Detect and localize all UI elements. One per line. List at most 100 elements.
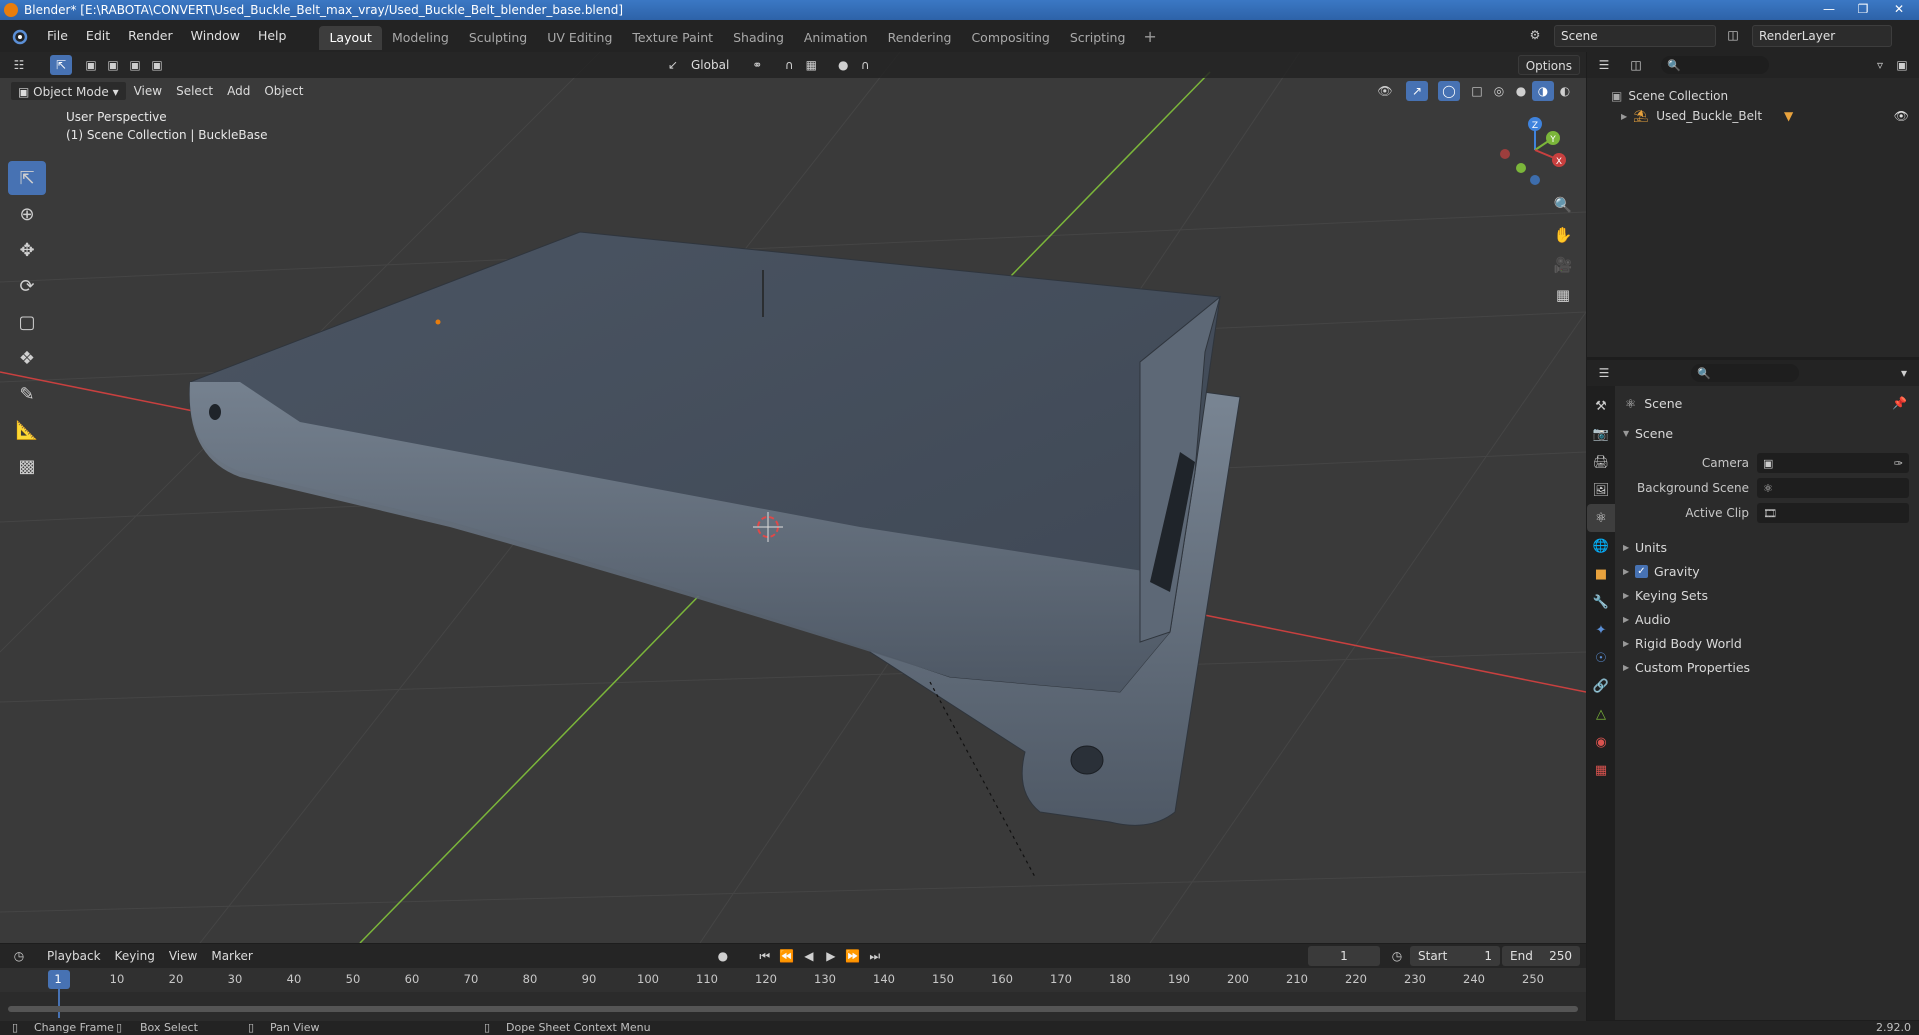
tab-scene-icon[interactable]: ⚛ — [1587, 504, 1615, 532]
zoom-icon[interactable]: 🔍 — [1550, 192, 1576, 218]
menu-window[interactable]: Window — [182, 20, 249, 52]
proportional-editing-icon[interactable]: ● — [832, 55, 854, 75]
tool-scale-icon[interactable]: ▢ — [8, 305, 46, 339]
tab-texture-paint[interactable]: Texture Paint — [622, 26, 723, 50]
minimize-icon[interactable]: — — [1813, 0, 1845, 18]
tab-modifiers-icon[interactable]: 🔧 — [1587, 588, 1615, 616]
next-keyframe-icon[interactable]: ⏩ — [842, 946, 864, 966]
overlays-icon[interactable]: ◯ — [1438, 81, 1460, 101]
tab-output-icon[interactable]: 🖨 — [1587, 448, 1615, 476]
scene-browse-icon[interactable]: ⚙ — [1524, 25, 1546, 45]
shading-solid-icon[interactable]: ● — [1510, 81, 1532, 101]
tab-uv-editing[interactable]: UV Editing — [537, 26, 622, 50]
tool-transform-icon[interactable]: ❖ — [8, 341, 46, 375]
gravity-checkbox[interactable]: ✓ — [1635, 564, 1648, 578]
timeline-scrollbar[interactable] — [8, 1006, 1578, 1012]
panel-audio[interactable]: ▶ Audio — [1623, 608, 1671, 630]
panel-keying-sets[interactable]: ▶ Keying Sets — [1623, 584, 1708, 606]
properties-options-icon[interactable]: ▾ — [1893, 363, 1915, 383]
tab-data-icon[interactable]: △ — [1587, 700, 1615, 728]
tab-compositing[interactable]: Compositing — [961, 26, 1059, 50]
pivot-point-icon[interactable]: ⚭ — [746, 55, 768, 75]
3d-viewport[interactable]: ☷ ⇱ ▣ ▣ ▣ ▣ ↙ Global ⚭ ∩ ▦ ● ∩ Options ▣… — [0, 52, 1586, 943]
tree-row-scene-collection[interactable]: ▣ Scene Collection — [1587, 86, 1919, 106]
eyedropper-icon[interactable]: ✑ — [1894, 457, 1903, 470]
shading-rendered-icon[interactable]: ◐ — [1554, 81, 1576, 101]
menu-add[interactable]: Add — [220, 81, 257, 101]
menu-view[interactable]: View — [127, 81, 169, 101]
panel-units[interactable]: ▶ Units — [1623, 536, 1667, 558]
outliner-display-mode-icon[interactable]: ◫ — [1625, 55, 1647, 75]
gizmo-toggle-icon[interactable]: ↗ — [1406, 81, 1428, 101]
tab-scripting[interactable]: Scripting — [1060, 26, 1136, 50]
menu-marker[interactable]: Marker — [204, 946, 259, 966]
xray-icon[interactable]: □ — [1466, 81, 1488, 101]
options-dropdown[interactable]: Options — [1517, 55, 1580, 75]
maximize-icon[interactable]: ❐ — [1847, 0, 1879, 18]
outliner-search-input[interactable]: 🔍 — [1661, 56, 1769, 74]
jump-start-icon[interactable]: ⏮ — [754, 946, 776, 966]
menu-keying[interactable]: Keying — [108, 946, 162, 966]
jump-end-icon[interactable]: ⏭ — [864, 946, 886, 966]
properties-search-input[interactable]: 🔍 — [1691, 364, 1799, 382]
transform-orientation-dropdown[interactable]: Global — [684, 55, 736, 75]
select-box-invert-icon[interactable]: ▣ — [146, 55, 168, 75]
prev-keyframe-icon[interactable]: ⏪ — [776, 946, 798, 966]
ortho-toggle-icon[interactable]: ▦ — [1550, 282, 1576, 308]
timeline-ruler[interactable]: 1 10 20 30 40 50 60 70 80 90 100 110 120 130 140 150 160… — [0, 968, 1586, 1018]
tab-render-icon[interactable]: 📷 — [1587, 420, 1615, 448]
select-box-extend-icon[interactable]: ▣ — [102, 55, 124, 75]
background-scene-field[interactable]: ⚛ — [1757, 478, 1909, 498]
add-workspace-icon[interactable]: + — [1135, 27, 1164, 46]
tab-layout[interactable]: Layout — [319, 26, 382, 50]
tree-row-object[interactable]: ▶ ⛱ Used_Buckle_Belt ▼ 👁 — [1587, 106, 1919, 126]
properties-editor-type-icon[interactable]: ☰ — [1593, 363, 1615, 383]
tab-texture-icon[interactable]: ▦ — [1587, 756, 1615, 784]
timeline-editor-type-icon[interactable]: ◷ — [8, 946, 30, 966]
play-reverse-icon[interactable]: ◀ — [798, 946, 820, 966]
transform-orientation-icon[interactable]: ↙ — [662, 55, 684, 75]
new-collection-icon[interactable]: ▣ — [1891, 55, 1913, 75]
tab-shading[interactable]: Shading — [723, 26, 794, 50]
outliner-editor-type-icon[interactable]: ☰ — [1593, 55, 1615, 75]
pan-hand-icon[interactable]: ✋ — [1550, 222, 1576, 248]
end-frame-field[interactable]: End 250 — [1502, 946, 1580, 966]
snap-icon[interactable]: ∩ — [778, 55, 800, 75]
tab-rendering[interactable]: Rendering — [878, 26, 962, 50]
menu-playback[interactable]: Playback — [40, 946, 108, 966]
pin-icon[interactable]: 📌 — [1892, 396, 1907, 410]
tool-add-cube-icon[interactable]: ▩ — [8, 449, 46, 483]
tab-constraints-icon[interactable]: 🔗 — [1587, 672, 1615, 700]
editor-type-icon[interactable]: ☷ — [8, 55, 30, 75]
tool-rotate-icon[interactable]: ⟳ — [8, 269, 46, 303]
tool-move-icon[interactable]: ✥ — [8, 233, 46, 267]
filter-icon[interactable]: ▿ — [1869, 55, 1891, 75]
record-icon[interactable]: ● — [712, 946, 734, 966]
close-icon[interactable]: ✕ — [1883, 0, 1915, 18]
select-box-new-icon[interactable]: ▣ — [80, 55, 102, 75]
current-frame-field[interactable]: 1 — [1308, 946, 1380, 966]
menu-help[interactable]: Help — [249, 20, 296, 52]
tab-sculpting[interactable]: Sculpting — [459, 26, 537, 50]
tool-cursor-icon[interactable]: ⊕ — [8, 197, 46, 231]
blender-menu-icon[interactable] — [6, 23, 32, 49]
scene-selector[interactable]: Scene — [1554, 25, 1716, 47]
snap-target-icon[interactable]: ▦ — [800, 55, 822, 75]
expand-arrow-icon[interactable]: ▶ — [1621, 112, 1633, 121]
camera-field[interactable]: ▣ ✑ — [1757, 453, 1909, 473]
panel-rigid-body-world[interactable]: ▶ Rigid Body World — [1623, 632, 1742, 654]
tool-select-icon[interactable]: ⇱ — [8, 161, 46, 195]
visibility-icon[interactable]: 👁 — [1374, 81, 1396, 101]
tool-annotate-icon[interactable]: ✎ — [8, 377, 46, 411]
shading-material-icon[interactable]: ◑ — [1532, 81, 1554, 101]
menu-edit[interactable]: Edit — [77, 20, 119, 52]
active-clip-field[interactable]: 🎞 — [1757, 503, 1909, 523]
start-frame-field[interactable]: Start 1 — [1410, 946, 1500, 966]
shading-wireframe-icon[interactable]: ◎ — [1488, 81, 1510, 101]
visibility-eye-icon[interactable]: 👁 — [1894, 109, 1909, 123]
menu-file[interactable]: File — [38, 20, 77, 52]
tab-world-icon[interactable]: 🌐 — [1587, 532, 1615, 560]
play-icon[interactable]: ▶ — [820, 946, 842, 966]
view-layer-selector[interactable]: RenderLayer — [1752, 25, 1892, 47]
menu-timeline-view[interactable]: View — [162, 946, 204, 966]
